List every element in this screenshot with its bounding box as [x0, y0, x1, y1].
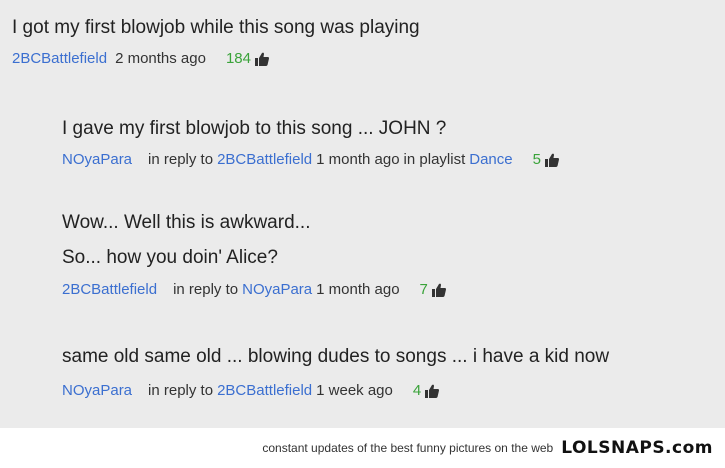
- thumbs-up-icon[interactable]: [431, 283, 446, 297]
- comment-text: same old same old ... blowing dudes to s…: [62, 346, 610, 367]
- comment-author-link[interactable]: NOyaPara: [62, 382, 132, 399]
- comment-meta: NOyaPara in reply to 2BCBattlefield 1 we…: [62, 382, 609, 399]
- reply-to-link[interactable]: 2BCBattlefield: [217, 151, 312, 168]
- reply-prefix: in reply to: [173, 281, 239, 298]
- playlist-prefix: in playlist: [403, 151, 466, 168]
- reply-prefix: in reply to: [148, 382, 214, 399]
- comment-meta: 2BCBattlefield in reply to NOyaPara 1 mo…: [62, 281, 446, 298]
- thumbs-up-icon[interactable]: [255, 52, 269, 66]
- reply-to-link[interactable]: NOyaPara: [242, 281, 312, 298]
- comment-author-link[interactable]: 2BCBattlefield: [12, 50, 107, 67]
- comment-meta: NOyaPara in reply to 2BCBattlefield 1 mo…: [62, 151, 559, 168]
- playlist-link[interactable]: Dance: [469, 151, 512, 168]
- thumbs-up-icon[interactable]: [544, 153, 559, 167]
- thumbs-up-icon[interactable]: [425, 384, 440, 398]
- comment-author-link[interactable]: 2BCBattlefield: [62, 281, 157, 298]
- comment-2: I gave my first blowjob to this song ...…: [62, 117, 559, 168]
- footer-tagline: constant updates of the best funny pictu…: [262, 441, 554, 455]
- comment-time: 1 week ago: [316, 382, 393, 399]
- comment-time: 1 month ago: [316, 281, 400, 298]
- like-count: 5: [532, 151, 541, 168]
- comment-text-line-1: Wow... Well this is awkward...: [62, 212, 311, 233]
- comment-text: I gave my first blowjob to this song ...…: [62, 118, 447, 139]
- comment-3: Wow... Well this is awkward... So... how…: [62, 211, 446, 298]
- like-count: 184: [225, 50, 251, 67]
- comment-author-link[interactable]: NOyaPara: [62, 151, 132, 168]
- comments-panel: I got my first blowjob while this song w…: [0, 0, 725, 428]
- comment-time: 1 month ago: [316, 151, 400, 168]
- site-footer: constant updates of the best funny pictu…: [0, 428, 725, 468]
- site-logo: LOLSNAPS.com: [561, 438, 713, 458]
- comment-text-line-2: So... how you doin' Alice?: [62, 247, 278, 268]
- comment-1: I got my first blowjob while this song w…: [12, 16, 420, 67]
- like-count: 7: [419, 281, 428, 298]
- comment-time: 2 months ago: [115, 50, 206, 67]
- comment-text: I got my first blowjob while this song w…: [12, 17, 420, 38]
- comment-meta: 2BCBattlefield 2 months ago 184: [12, 50, 420, 67]
- comment-4: same old same old ... blowing dudes to s…: [62, 345, 609, 399]
- reply-prefix: in reply to: [148, 151, 214, 168]
- like-count: 4: [412, 382, 422, 399]
- reply-to-link[interactable]: 2BCBattlefield: [217, 382, 312, 399]
